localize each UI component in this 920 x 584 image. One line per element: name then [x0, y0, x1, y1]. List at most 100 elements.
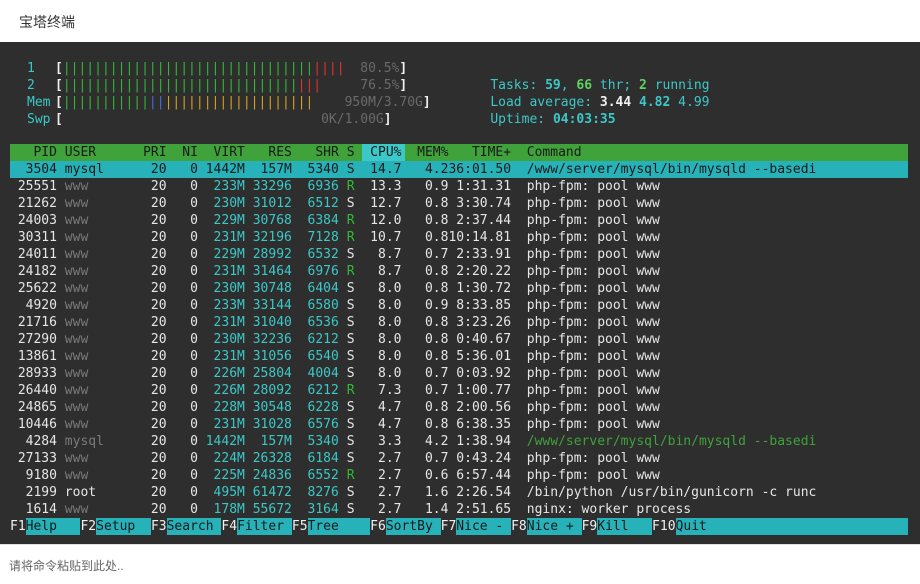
cell-shr: 6512 [291, 196, 339, 211]
column-header-res[interactable]: RES [245, 144, 292, 161]
process-row[interactable]: 21262 www 20 0 230M 31012 6512 S 12.7 0.8 … [0, 195, 920, 212]
command-input[interactable] [9, 557, 899, 575]
cell-user: www [64, 315, 136, 330]
process-row[interactable]: 21716 www 20 0 231M 31040 6536 S 8.0 0.8 3… [0, 314, 920, 331]
fkey-f4[interactable]: F4 [221, 518, 237, 535]
cell-user: www [64, 468, 136, 483]
process-row[interactable]: 1614 www 20 0 178M 55672 3164 S 2.7 1.4 2:… [0, 501, 920, 518]
cell-pid: 28933 [10, 366, 57, 381]
process-row[interactable]: 28933 www 20 0 226M 25804 4004 S 8.0 0.7 0… [0, 365, 920, 382]
process-row[interactable]: 26440 www 20 0 226M 28092 6212 R 7.3 0.7 1… [0, 382, 920, 399]
process-row[interactable]: 2199 root 20 0 495M 61472 8276 S 2.7 1.6 2… [0, 484, 920, 501]
meter-bars-blue: || [148, 95, 165, 110]
fkey-label-f8[interactable]: Nice + [526, 518, 582, 535]
process-row[interactable]: 30311 www 20 0 231M 32196 7128 R 10.7 0.8 1… [0, 229, 920, 246]
column-header-cpu[interactable]: CPU% [362, 144, 401, 161]
cell-s: S [346, 451, 355, 466]
fkey-label-f2[interactable]: Setup [96, 518, 151, 535]
cell-virt: 231M [197, 349, 245, 364]
meter-pad [63, 112, 321, 127]
meter-bracket-open: [ [55, 112, 63, 127]
column-header-shr[interactable]: SHR [292, 144, 339, 161]
cell-pid: 13861 [10, 349, 57, 364]
cell-user: www [64, 502, 136, 517]
column-header-pid[interactable]: PID [10, 144, 57, 161]
cell-pri: 20 [135, 485, 167, 500]
column-header[interactable]: PID USER PRI NI VIRT RES SHR S CPU% MEM% T… [0, 144, 920, 161]
cell-res: 157M [244, 434, 292, 449]
cell-pri: 20 [135, 247, 167, 262]
process-row[interactable]: 24011 www 20 0 229M 28992 6532 S 8.7 0.7 2… [0, 246, 920, 263]
fkey-f8[interactable]: F8 [511, 518, 527, 535]
fkey-f9[interactable]: F9 [582, 518, 598, 535]
cell-res: 55672 [244, 502, 292, 517]
fkey-label-f4[interactable]: Filter [237, 518, 292, 535]
cell-time: 2:00.56 [448, 400, 512, 415]
process-row[interactable]: 27290 www 20 0 230M 32236 6212 S 8.0 0.8 0… [0, 331, 920, 348]
process-row[interactable]: 9180 www 20 0 225M 24836 6552 R 2.7 0.6 6:… [0, 467, 920, 484]
column-header-virt[interactable]: VIRT [198, 144, 245, 161]
fkey-label-f9[interactable]: Kill [597, 518, 653, 535]
cell-pid: 25551 [10, 179, 57, 194]
cell-pid: 24003 [10, 213, 57, 228]
process-row[interactable]: 24865 www 20 0 228M 30548 6228 S 4.7 0.8 2… [0, 399, 920, 416]
fkey-label-f3[interactable]: Search [166, 518, 222, 535]
cell-pid: 25622 [10, 281, 57, 296]
column-header-command[interactable]: Command [527, 144, 840, 161]
cell-virt: 231M [197, 315, 245, 330]
fkey-f2[interactable]: F2 [80, 518, 96, 535]
column-header-ni[interactable]: NI [167, 144, 198, 161]
cell-user: www [64, 366, 136, 381]
cell-virt: 224M [197, 451, 245, 466]
process-row[interactable]: 4284 mysql 20 0 1442M 157M 5340 S 3.3 4.2 … [0, 433, 920, 450]
cell-cpu: 8.7 [362, 264, 402, 279]
fkey-label-f5[interactable]: Tree [307, 518, 371, 535]
cell-shr: 6384 [291, 213, 339, 228]
process-row[interactable]: 27133 www 20 0 224M 26328 6184 S 2.7 0.7 0… [0, 450, 920, 467]
column-header-s[interactable]: S [347, 144, 355, 161]
cell-mem: 0.9 [409, 179, 449, 194]
cell-res: 32236 [244, 332, 292, 347]
cell-mem: 0.8 [409, 281, 449, 296]
cell-command: php-fpm: pool www [526, 281, 840, 296]
meter-value: 0K/1.00G [321, 112, 384, 127]
cell-shr: 6576 [291, 417, 339, 432]
process-row[interactable]: 13861 www 20 0 231M 31056 6540 S 8.0 0.8 5… [0, 348, 920, 365]
column-header-user[interactable]: USER [65, 144, 135, 161]
fkey-label-f6[interactable]: SortBy [385, 518, 441, 535]
meter-2: 2 [||||||||||||||||||||||||||||||||| 76.5… [27, 77, 407, 94]
cell-mem: 1.6 [409, 485, 449, 500]
cell-time: 1:38.94 [448, 434, 512, 449]
process-row[interactable]: 25622 www 20 0 230M 30748 6404 S 8.0 0.8 1… [0, 280, 920, 297]
fkey-label-f10[interactable]: Quit [675, 518, 908, 535]
meter-bracket-close: ] [399, 61, 408, 76]
cell-pid: 9180 [10, 468, 57, 483]
fkey-f7[interactable]: F7 [441, 518, 457, 535]
column-header-mem[interactable]: MEM% [409, 144, 448, 161]
cell-res: 61472 [244, 485, 292, 500]
command-input-bar [0, 544, 920, 584]
fkey-label-f7[interactable]: Nice - [456, 518, 512, 535]
process-row[interactable]: 10446 www 20 0 231M 31028 6576 S 4.7 0.8 6… [0, 416, 920, 433]
fkey-f10[interactable]: F10 [652, 518, 675, 535]
process-row[interactable]: 24003 www 20 0 229M 30768 6384 R 12.0 0.8 … [0, 212, 920, 229]
fkey-f1[interactable]: F1 [10, 518, 26, 535]
column-header-time[interactable]: TIME+ [448, 144, 511, 161]
cell-command: php-fpm: pool www [526, 196, 840, 211]
cell-res: 31040 [244, 315, 292, 330]
fkey-f3[interactable]: F3 [151, 518, 167, 535]
process-row[interactable]: 25551 www 20 0 233M 33296 6936 R 13.3 0.9 … [0, 178, 920, 195]
cell-shr: 6212 [291, 332, 339, 347]
fkey-f5[interactable]: F5 [292, 518, 308, 535]
process-row[interactable]: 3504 mysql 20 0 1442M 157M 5340 S 14.7 4.2… [0, 161, 920, 178]
terminal[interactable]: 1 [|||||||||||||||||||||||||||||||||||| 8… [0, 42, 920, 544]
fkey-f6[interactable]: F6 [370, 518, 386, 535]
fkey-label-f1[interactable]: Help [25, 518, 81, 535]
cell-res: 30768 [244, 213, 292, 228]
process-row[interactable]: 4920 www 20 0 233M 33144 6580 S 8.0 0.9 8:… [0, 297, 920, 314]
column-header-pri[interactable]: PRI [135, 144, 167, 161]
cell-shr: 6212 [291, 383, 339, 398]
cell-s: R [346, 264, 355, 279]
cell-user: www [64, 349, 136, 364]
process-row[interactable]: 24182 www 20 0 231M 31464 6976 R 8.7 0.8 2… [0, 263, 920, 280]
